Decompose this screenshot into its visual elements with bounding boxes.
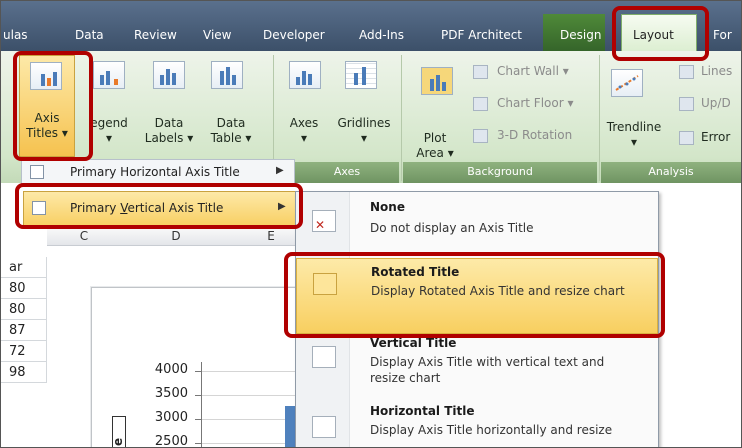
group-label-background: Background [403, 162, 597, 183]
y-tick-label: 4000 [154, 362, 188, 377]
option-none[interactable]: ✕ None Do not display an Axis Title [296, 192, 658, 252]
axes-icon[interactable] [289, 61, 321, 89]
error-bars-button[interactable]: Error [701, 130, 730, 144]
cell[interactable]: 87 [1, 320, 47, 341]
error-bars-icon [679, 131, 694, 145]
cell[interactable]: 72 [1, 341, 47, 362]
group-label-axes: Axes [295, 162, 399, 183]
gridlines-icon[interactable] [345, 61, 377, 89]
chart-wall-button[interactable]: Chart Wall ▾ [497, 64, 569, 78]
data-table-button-label[interactable]: Data Table ▾ [201, 116, 261, 146]
embedded-chart[interactable]: 4000 3500 3000 2500 le [91, 287, 303, 448]
group-separator [599, 55, 600, 181]
axis-title-placeholder[interactable]: le [111, 416, 126, 447]
no-axis-title-icon: ✕ [312, 210, 336, 232]
tab-view[interactable]: View [203, 28, 231, 42]
data-labels-icon[interactable] [153, 61, 185, 89]
tab-pdf-architect[interactable]: PDF Architect [441, 28, 522, 42]
annotation-layout-tab [612, 6, 709, 61]
rotation-3d-icon [473, 129, 488, 143]
cell[interactable]: 80 [1, 278, 47, 299]
cell[interactable]: ar [1, 257, 47, 278]
gridlines-button-label[interactable]: Gridlines ▾ [331, 116, 397, 146]
y-tick-label: 3500 [154, 386, 188, 401]
trendline-button-label[interactable]: Trendline ▾ [599, 120, 669, 150]
updown-bars-icon [679, 97, 694, 111]
submenu-arrow-icon: ▶ [276, 165, 284, 176]
tab-developer[interactable]: Developer [263, 28, 325, 42]
group-label-analysis: Analysis [601, 162, 741, 183]
axes-button-label[interactable]: Axes ▾ [281, 116, 327, 146]
tab-add-ins[interactable]: Add-Ins [359, 28, 404, 42]
tab-formulas[interactable]: ulas [3, 28, 28, 42]
y-axis-line [201, 362, 202, 447]
annotation-rotated-title [284, 252, 665, 338]
lines-icon [679, 65, 694, 79]
horizontal-axis-icon [30, 165, 44, 179]
y-tick-label: 2500 [154, 434, 188, 448]
option-horizontal-title[interactable]: Horizontal Title Display Axis Title hori… [296, 404, 658, 447]
column-header-d[interactable]: D [121, 227, 232, 246]
trendline-icon[interactable] [611, 69, 643, 97]
group-separator [401, 55, 402, 181]
gridline [202, 395, 302, 396]
y-tick-label: 3000 [154, 410, 188, 425]
data-labels-button-label[interactable]: Data Labels ▾ [143, 116, 195, 146]
annotation-axis-titles [13, 51, 93, 161]
plot-area-icon[interactable] [421, 67, 453, 95]
option-vertical-title[interactable]: Vertical Title Display Axis Title with v… [296, 336, 658, 396]
cell[interactable]: 80 [1, 299, 47, 320]
legend-icon[interactable] [93, 61, 125, 89]
tab-format[interactable]: For [713, 28, 732, 42]
chart-floor-icon [473, 97, 488, 111]
tab-review[interactable]: Review [134, 28, 177, 42]
lines-button[interactable]: Lines [701, 64, 732, 78]
chart-wall-icon [473, 65, 488, 79]
column-header-c[interactable]: C [47, 227, 122, 246]
tab-design[interactable]: Design [543, 14, 605, 51]
chart-floor-button[interactable]: Chart Floor ▾ [497, 96, 574, 110]
plot-area-button-label[interactable]: Plot Area ▾ [409, 131, 461, 161]
horizontal-title-icon [312, 416, 336, 438]
rotation-3d-button[interactable]: 3-D Rotation [497, 128, 572, 142]
cell[interactable]: 98 [1, 362, 47, 383]
gridline [202, 371, 302, 372]
updown-bars-button[interactable]: Up/D [701, 96, 731, 110]
tab-data[interactable]: Data [75, 28, 104, 42]
excel-window: ulas Data Review View Developer Add-Ins … [0, 0, 742, 448]
annotation-vertical-axis-menu [15, 183, 303, 229]
vertical-title-icon [312, 346, 336, 368]
data-table-icon[interactable] [211, 61, 243, 89]
